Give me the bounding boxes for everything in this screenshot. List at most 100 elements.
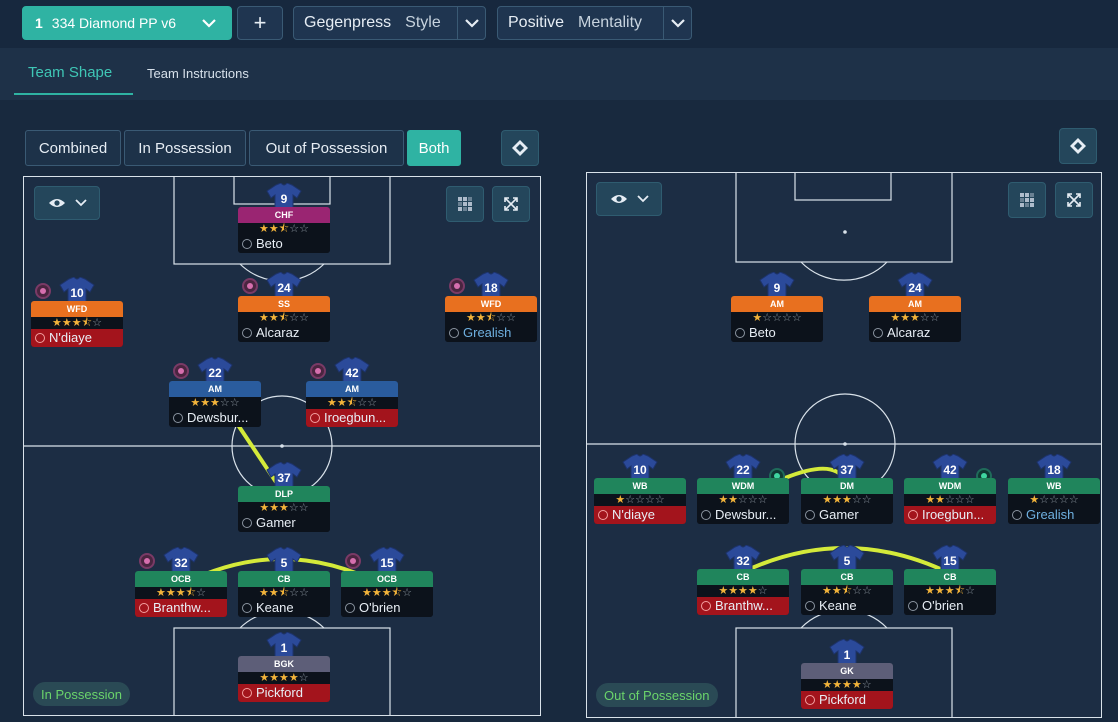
role-badge: CB <box>697 569 789 585</box>
add-tactic-button[interactable]: + <box>237 6 283 40</box>
player-name: Alcaraz <box>869 324 961 342</box>
shirt-number: 15 <box>380 556 394 570</box>
out-of-possession-pitch: Out of Possession 9 AM ★☆☆☆☆ Beto 24 AM … <box>586 172 1102 718</box>
player-info: DM ★★★☆☆ Gamer <box>801 478 893 524</box>
visibility-dropdown[interactable] <box>596 182 662 216</box>
player-info: AM ★★⯪☆☆ Iroegbun... <box>306 381 398 427</box>
role-rating: ★★★★☆ <box>238 672 330 684</box>
role-rating: ★☆☆☆☆ <box>731 312 823 324</box>
player-name: Iroegbun... <box>904 506 996 524</box>
person-icon <box>701 601 711 611</box>
player-card[interactable]: 9 AM ★☆☆☆☆ Beto <box>731 271 823 342</box>
player-card[interactable]: 24 AM ★★★☆☆ Alcaraz <box>869 271 961 342</box>
eye-icon <box>48 199 65 207</box>
player-card[interactable]: 37 DLP ★★★☆☆ Gamer <box>238 461 330 532</box>
player-card[interactable]: 22 WDM ★★☆☆☆ Dewsbur... <box>697 453 789 524</box>
instruction-marker-icon[interactable] <box>139 553 155 569</box>
expand-button[interactable] <box>492 186 530 222</box>
player-card[interactable]: 18 WFD ★★⯪☆☆ Grealish <box>445 271 537 342</box>
tab-team-instructions[interactable]: Team Instructions <box>147 66 249 81</box>
player-card[interactable]: 32 OCB ★★★⯪☆ Branthw... <box>135 546 227 617</box>
player-card[interactable]: 5 CB ★★⯪☆☆ Keane <box>238 546 330 617</box>
role-rating: ★★⯪☆☆ <box>801 585 893 597</box>
shirt-number: 9 <box>280 192 288 206</box>
instruction-marker-icon[interactable] <box>35 283 51 299</box>
instruction-marker-icon[interactable] <box>173 363 189 379</box>
player-card[interactable]: 24 SS ★★⯪☆☆ Alcaraz <box>238 271 330 342</box>
person-icon <box>310 413 320 423</box>
pitch-view-button[interactable] <box>501 130 539 166</box>
role-badge: DM <box>801 478 893 494</box>
player-card[interactable]: 42 AM ★★⯪☆☆ Iroegbun... <box>306 356 398 427</box>
player-card[interactable]: 10 WFD ★★★⯪☆ N'diaye <box>31 276 123 347</box>
person-icon <box>805 510 815 520</box>
shirt-number: 37 <box>277 471 291 485</box>
player-info: WDM ★★☆☆☆ Iroegbun... <box>904 478 996 524</box>
mentality-selector[interactable]: Positive Mentality <box>497 6 692 40</box>
role-badge: AM <box>731 296 823 312</box>
player-card[interactable]: 22 AM ★★★☆☆ Dewsbur... <box>169 356 261 427</box>
tab-team-shape[interactable]: Team Shape <box>28 64 112 81</box>
shirt-number: 10 <box>70 286 84 300</box>
role-rating: ★☆☆☆☆ <box>1008 494 1100 506</box>
player-card[interactable]: 32 CB ★★★★☆ Branthw... <box>697 544 789 615</box>
view-in-possession-button[interactable]: In Possession <box>124 130 246 166</box>
view-out-of-possession-button[interactable]: Out of Possession <box>249 130 404 166</box>
style-selector[interactable]: Gegenpress Style <box>293 6 486 40</box>
person-icon <box>1012 510 1022 520</box>
player-name: N'diaye <box>31 329 123 347</box>
role-rating: ★★★★☆ <box>697 585 789 597</box>
player-card[interactable]: 5 CB ★★⯪☆☆ Keane <box>801 544 893 615</box>
chevron-down-icon[interactable] <box>457 7 485 39</box>
person-icon <box>35 333 45 343</box>
tactic-selector[interactable]: 1 334 Diamond PP v6 <box>22 6 232 40</box>
role-rating: ★★⯪☆☆ <box>238 587 330 599</box>
expand-button[interactable] <box>1055 182 1093 218</box>
person-icon <box>242 688 252 698</box>
player-card[interactable]: 1 GK ★★★★☆ Pickford <box>801 638 893 709</box>
player-card[interactable]: 37 DM ★★★☆☆ Gamer <box>801 453 893 524</box>
view-combined-button[interactable]: Combined <box>25 130 121 166</box>
role-rating: ★★⯪☆☆ <box>238 223 330 235</box>
instruction-marker-icon[interactable] <box>345 553 361 569</box>
role-badge: AM <box>306 381 398 397</box>
person-icon <box>873 328 883 338</box>
player-card[interactable]: 15 OCB ★★★⯪☆ O'brien <box>341 546 433 617</box>
role-badge: WFD <box>445 296 537 312</box>
player-name: Grealish <box>445 324 537 342</box>
player-info: GK ★★★★☆ Pickford <box>801 663 893 709</box>
grid-icon <box>458 197 472 211</box>
role-badge: AM <box>869 296 961 312</box>
visibility-dropdown[interactable] <box>34 186 100 220</box>
player-card[interactable]: 10 WB ★☆☆☆☆ N'diaye <box>594 453 686 524</box>
view-both-button[interactable]: Both <box>407 130 461 166</box>
chevron-down-icon[interactable] <box>663 7 691 39</box>
shirt-number: 42 <box>345 366 359 380</box>
player-card[interactable]: 1 BGK ★★★★☆ Pickford <box>238 631 330 702</box>
pitch-view-button-right[interactable] <box>1059 128 1097 164</box>
shirt-number: 42 <box>943 463 957 477</box>
player-card[interactable]: 15 CB ★★★⯪☆ O'brien <box>904 544 996 615</box>
instruction-marker-icon[interactable] <box>449 278 465 294</box>
player-info: WB ★☆☆☆☆ N'diaye <box>594 478 686 524</box>
grid-toggle-button[interactable] <box>446 186 484 222</box>
role-rating: ★★★⯪☆ <box>135 587 227 599</box>
person-icon <box>598 510 608 520</box>
role-badge: WDM <box>697 478 789 494</box>
chevron-down-icon[interactable] <box>187 7 231 39</box>
person-icon <box>139 603 149 613</box>
instruction-marker-icon[interactable] <box>310 363 326 379</box>
grid-toggle-button[interactable] <box>1008 182 1046 218</box>
player-name: Grealish <box>1008 506 1100 524</box>
player-name: N'diaye <box>594 506 686 524</box>
shirt-number: 9 <box>773 281 781 295</box>
role-badge: OCB <box>341 571 433 587</box>
role-badge: WFD <box>31 301 123 317</box>
player-card[interactable]: 18 WB ★☆☆☆☆ Grealish <box>1008 453 1100 524</box>
role-rating: ★★☆☆☆ <box>904 494 996 506</box>
instruction-marker-icon[interactable] <box>242 278 258 294</box>
role-rating: ★★★☆☆ <box>169 397 261 409</box>
player-card[interactable]: 9 CHF ★★⯪☆☆ Beto <box>238 182 330 253</box>
player-card[interactable]: 42 WDM ★★☆☆☆ Iroegbun... <box>904 453 996 524</box>
active-tab-underline <box>14 93 133 95</box>
